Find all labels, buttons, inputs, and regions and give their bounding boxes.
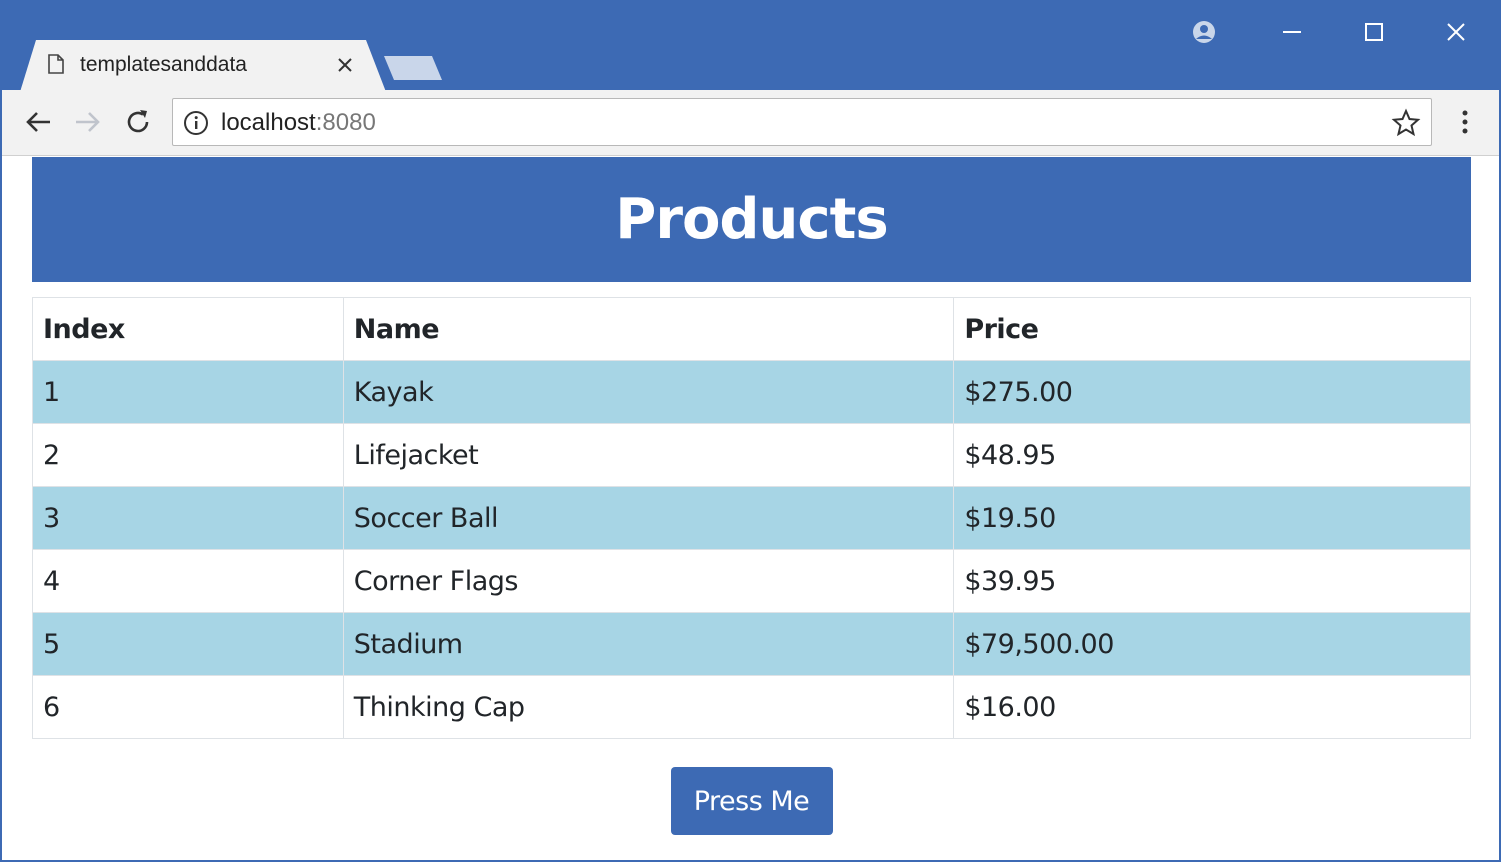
browser-toolbar: localhost:8080	[2, 90, 1499, 156]
table-row: 1 Kayak $275.00	[32, 360, 1471, 424]
page-icon	[48, 54, 64, 74]
star-icon[interactable]	[1391, 108, 1421, 138]
cell-name: Lifejacket	[342, 423, 955, 487]
cell-name: Stadium	[342, 612, 955, 676]
table-header-row: Index Name Price	[32, 297, 1471, 361]
profile-icon[interactable]	[1184, 16, 1224, 48]
title-bar: templatesanddata	[2, 2, 1499, 92]
cell-name: Kayak	[342, 360, 955, 424]
cell-index: 1	[32, 360, 344, 424]
table-row: 2 Lifejacket $48.95	[32, 423, 1471, 487]
window-close-icon[interactable]	[1436, 16, 1476, 48]
table-row: 6 Thinking Cap $16.00	[32, 675, 1471, 739]
back-icon[interactable]	[20, 104, 56, 140]
url-host: localhost	[221, 109, 316, 136]
cell-index: 6	[32, 675, 344, 739]
new-tab-button[interactable]	[384, 56, 442, 80]
maximize-icon[interactable]	[1354, 16, 1394, 48]
cell-price: $48.95	[953, 423, 1471, 487]
table-row: 3 Soccer Ball $19.50	[32, 486, 1471, 550]
info-icon[interactable]	[183, 110, 209, 136]
cell-index: 3	[32, 486, 344, 550]
menu-icon[interactable]	[1452, 104, 1478, 140]
address-bar[interactable]: localhost:8080	[172, 98, 1432, 146]
column-header-name: Name	[342, 297, 955, 361]
column-header-price: Price	[953, 297, 1471, 361]
cell-index: 5	[32, 612, 344, 676]
page-content: Products Index Name Price 1 Kayak $275.0…	[32, 157, 1471, 835]
cell-price: $16.00	[953, 675, 1471, 739]
page-header: Products	[32, 157, 1471, 282]
browser-window: templatesanddata localhost:8080 Products…	[0, 0, 1501, 862]
cell-price: $79,500.00	[953, 612, 1471, 676]
cell-name: Thinking Cap	[342, 675, 955, 739]
cell-name: Soccer Ball	[342, 486, 955, 550]
column-header-index: Index	[32, 297, 344, 361]
table-row: 5 Stadium $79,500.00	[32, 612, 1471, 676]
page-title: Products	[615, 187, 888, 252]
cell-price: $275.00	[953, 360, 1471, 424]
cell-price: $39.95	[953, 549, 1471, 613]
tab-title: templatesanddata	[80, 53, 247, 76]
cell-name: Corner Flags	[342, 549, 955, 613]
cell-price: $19.50	[953, 486, 1471, 550]
cell-index: 4	[32, 549, 344, 613]
url-text[interactable]: localhost:8080	[221, 109, 376, 137]
close-icon[interactable]	[332, 52, 358, 78]
forward-icon[interactable]	[70, 104, 106, 140]
cell-index: 2	[32, 423, 344, 487]
minimize-icon[interactable]	[1272, 16, 1312, 48]
table-row: 4 Corner Flags $39.95	[32, 549, 1471, 613]
button-container: Press Me	[32, 767, 1471, 835]
url-port: :8080	[315, 109, 376, 136]
products-table: Index Name Price 1 Kayak $275.00 2 Lifej…	[32, 297, 1471, 739]
press-me-button[interactable]: Press Me	[670, 767, 833, 835]
reload-icon[interactable]	[120, 104, 156, 140]
